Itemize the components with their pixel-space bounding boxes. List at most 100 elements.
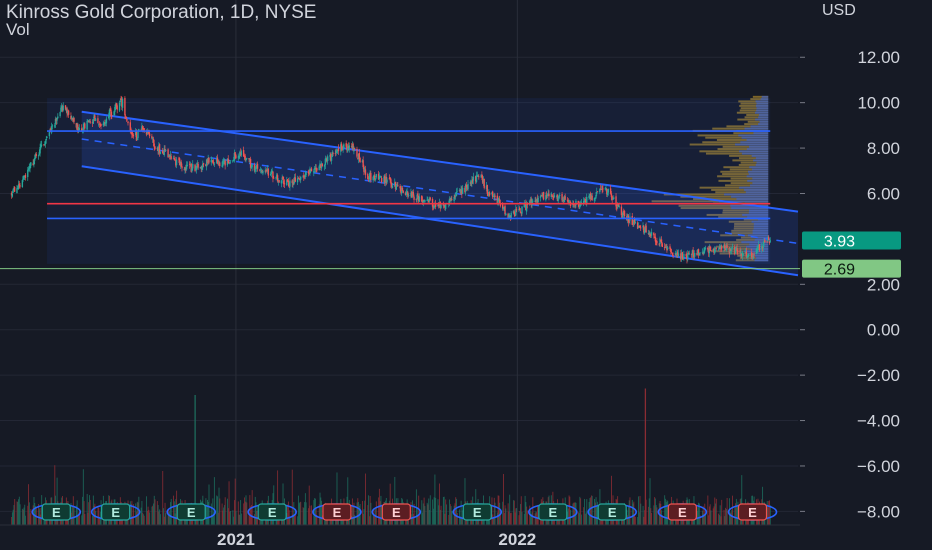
volume-bar bbox=[596, 505, 598, 525]
volume-bar bbox=[769, 500, 770, 525]
volume-bar bbox=[505, 508, 507, 525]
volume-bar bbox=[525, 502, 527, 525]
candle-body bbox=[413, 196, 415, 200]
volume-bar bbox=[368, 495, 370, 525]
volume-bar bbox=[18, 499, 20, 525]
volume-bar bbox=[175, 499, 177, 525]
volume-bar bbox=[314, 498, 316, 525]
volume-bar bbox=[428, 498, 430, 525]
candle-body bbox=[440, 204, 442, 208]
volume-bar bbox=[578, 513, 580, 525]
y-tick-label: 0.00 bbox=[867, 321, 900, 340]
candle-body bbox=[650, 232, 653, 236]
volume-bar bbox=[656, 507, 658, 525]
volume-bar bbox=[173, 501, 175, 525]
volume-bar bbox=[725, 507, 727, 525]
candle-body bbox=[553, 195, 556, 198]
volume-bar bbox=[595, 497, 597, 525]
profile-bar bbox=[761, 95, 769, 98]
volume-bar bbox=[300, 501, 302, 525]
volume-bar bbox=[443, 496, 445, 525]
candle-body bbox=[742, 253, 744, 255]
volume-bar bbox=[379, 501, 381, 525]
price-label: 3.93 bbox=[824, 233, 855, 250]
volume-bar bbox=[510, 512, 512, 525]
candle-body bbox=[246, 158, 248, 159]
volume-bar bbox=[23, 507, 25, 525]
earnings-label: E bbox=[678, 505, 687, 520]
volume-bar bbox=[97, 506, 99, 525]
volume-bar bbox=[580, 514, 582, 525]
volume-bar bbox=[720, 516, 722, 525]
candle-body bbox=[730, 248, 733, 251]
volume-bar bbox=[380, 495, 382, 525]
volume-bar bbox=[356, 502, 358, 525]
volume-bar bbox=[12, 509, 14, 525]
volume-bar bbox=[308, 485, 310, 525]
volume-bar bbox=[358, 501, 360, 525]
volume-bar bbox=[637, 516, 639, 525]
volume-bar bbox=[40, 508, 42, 525]
candle-body bbox=[424, 199, 426, 203]
volume-bar bbox=[731, 509, 733, 525]
volume-bar bbox=[497, 495, 499, 525]
volume-bar bbox=[165, 513, 167, 525]
volume-bar bbox=[146, 496, 147, 525]
candle-body bbox=[418, 196, 421, 202]
volume-bar bbox=[567, 508, 569, 525]
y-tick-label: −6.00 bbox=[857, 457, 900, 476]
volume-bar bbox=[25, 515, 26, 525]
volume-bar bbox=[357, 498, 359, 525]
candle-body bbox=[283, 183, 286, 185]
volume-bar bbox=[451, 510, 453, 525]
volume-bar bbox=[159, 514, 161, 525]
volume-bar bbox=[233, 500, 235, 525]
volume-indicator-label[interactable]: Vol bbox=[6, 20, 30, 40]
price-axis: 12.00 10.00 8.00 6.00 2.00 0.00 −2.00 −4.00 −6.0… bbox=[800, 0, 932, 550]
volume-bar bbox=[19, 504, 21, 525]
candle-body bbox=[181, 166, 183, 169]
y-tick-label: 2.00 bbox=[867, 275, 900, 294]
volume-bar bbox=[422, 512, 424, 525]
volume-bar bbox=[147, 506, 149, 525]
volume-bar bbox=[649, 478, 651, 525]
candle-body bbox=[731, 247, 734, 249]
volume-bar bbox=[664, 498, 666, 525]
candle-body bbox=[407, 195, 410, 196]
volume-bar bbox=[81, 515, 83, 525]
volume-bar bbox=[417, 515, 419, 525]
candle-body bbox=[704, 247, 707, 249]
volume-bar bbox=[38, 508, 40, 525]
candle-body bbox=[596, 191, 599, 193]
volume-bar bbox=[642, 505, 644, 525]
volume-bar bbox=[244, 501, 246, 525]
volume-bar bbox=[146, 510, 148, 525]
volume-bar bbox=[631, 499, 633, 525]
volume-bar bbox=[632, 503, 634, 525]
volume-bar bbox=[516, 507, 518, 525]
volume-bar bbox=[83, 501, 85, 525]
volume-bar bbox=[149, 512, 151, 525]
candle-body bbox=[666, 247, 669, 250]
candle-body bbox=[159, 151, 162, 154]
volume-bar bbox=[661, 510, 663, 525]
candle-body bbox=[11, 193, 14, 197]
volume-bar bbox=[14, 499, 16, 525]
volume-bar bbox=[98, 507, 100, 525]
earnings-label: E bbox=[333, 505, 342, 520]
price-chart[interactable]: E E E E E E E E E E E 12.00 10.00 8.00 6.00 2.00 0.00 −2… bbox=[0, 0, 932, 550]
volume-bar bbox=[169, 511, 171, 525]
price-label: 2.69 bbox=[824, 262, 855, 279]
candle-body bbox=[417, 193, 419, 196]
candle-body bbox=[692, 250, 694, 254]
volume-bar bbox=[440, 505, 442, 525]
candle-body bbox=[737, 250, 739, 252]
volume-bar bbox=[310, 513, 312, 525]
volume-bar bbox=[88, 502, 90, 525]
candle-body bbox=[186, 165, 189, 166]
volume-bar bbox=[438, 505, 440, 525]
volume-bar bbox=[708, 515, 710, 525]
volume-bar bbox=[169, 502, 171, 525]
volume-bar bbox=[239, 515, 241, 525]
volume-bar bbox=[375, 501, 377, 525]
